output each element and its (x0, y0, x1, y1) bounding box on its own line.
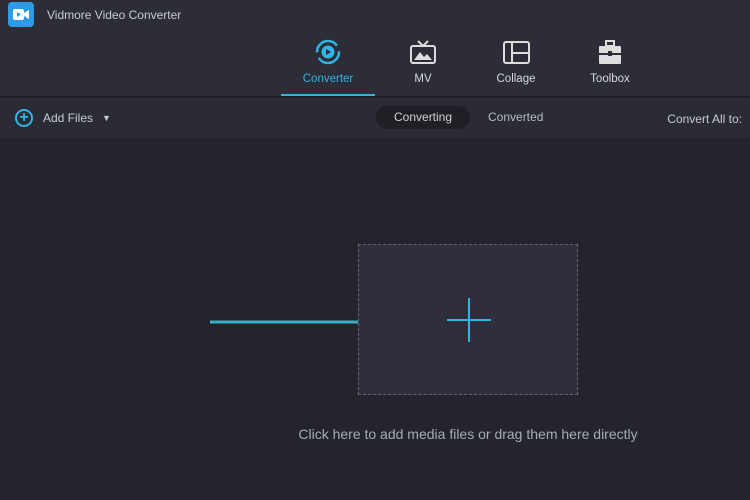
tab-toolbox[interactable]: Toolbox (563, 38, 657, 85)
chevron-down-icon[interactable]: ▼ (102, 113, 111, 123)
tab-label: Converter (302, 73, 354, 85)
tab-converter[interactable]: Converter (281, 38, 375, 85)
tab-label: Collage (496, 73, 536, 85)
add-files-label: Add Files (43, 111, 94, 125)
app-title: Vidmore Video Converter (47, 8, 182, 22)
add-circle-icon: + (15, 109, 33, 127)
app-logo-icon (8, 2, 34, 27)
active-tab-indicator (281, 94, 375, 96)
converter-icon (315, 39, 341, 65)
tab-converting[interactable]: Converting (376, 106, 471, 129)
add-files-button[interactable]: + Add Files ▼ (15, 109, 111, 127)
tab-mv[interactable]: MV (376, 38, 470, 85)
tab-label: Toolbox (590, 73, 630, 85)
toolbox-icon (599, 40, 621, 64)
collage-icon (503, 41, 530, 64)
toolbar (0, 98, 750, 138)
tab-label: MV (414, 73, 432, 85)
tv-icon (410, 40, 436, 64)
add-media-dropzone[interactable] (358, 244, 578, 395)
title-bar: Vidmore Video Converter Converter MV Col… (0, 0, 750, 97)
dropzone-hint: Click here to add media files or drag th… (298, 426, 638, 442)
tab-converted[interactable]: Converted (470, 106, 561, 129)
plus-icon-vertical (468, 298, 470, 342)
tab-collage[interactable]: Collage (469, 38, 563, 85)
convert-all-label[interactable]: Convert All to: (667, 112, 742, 126)
